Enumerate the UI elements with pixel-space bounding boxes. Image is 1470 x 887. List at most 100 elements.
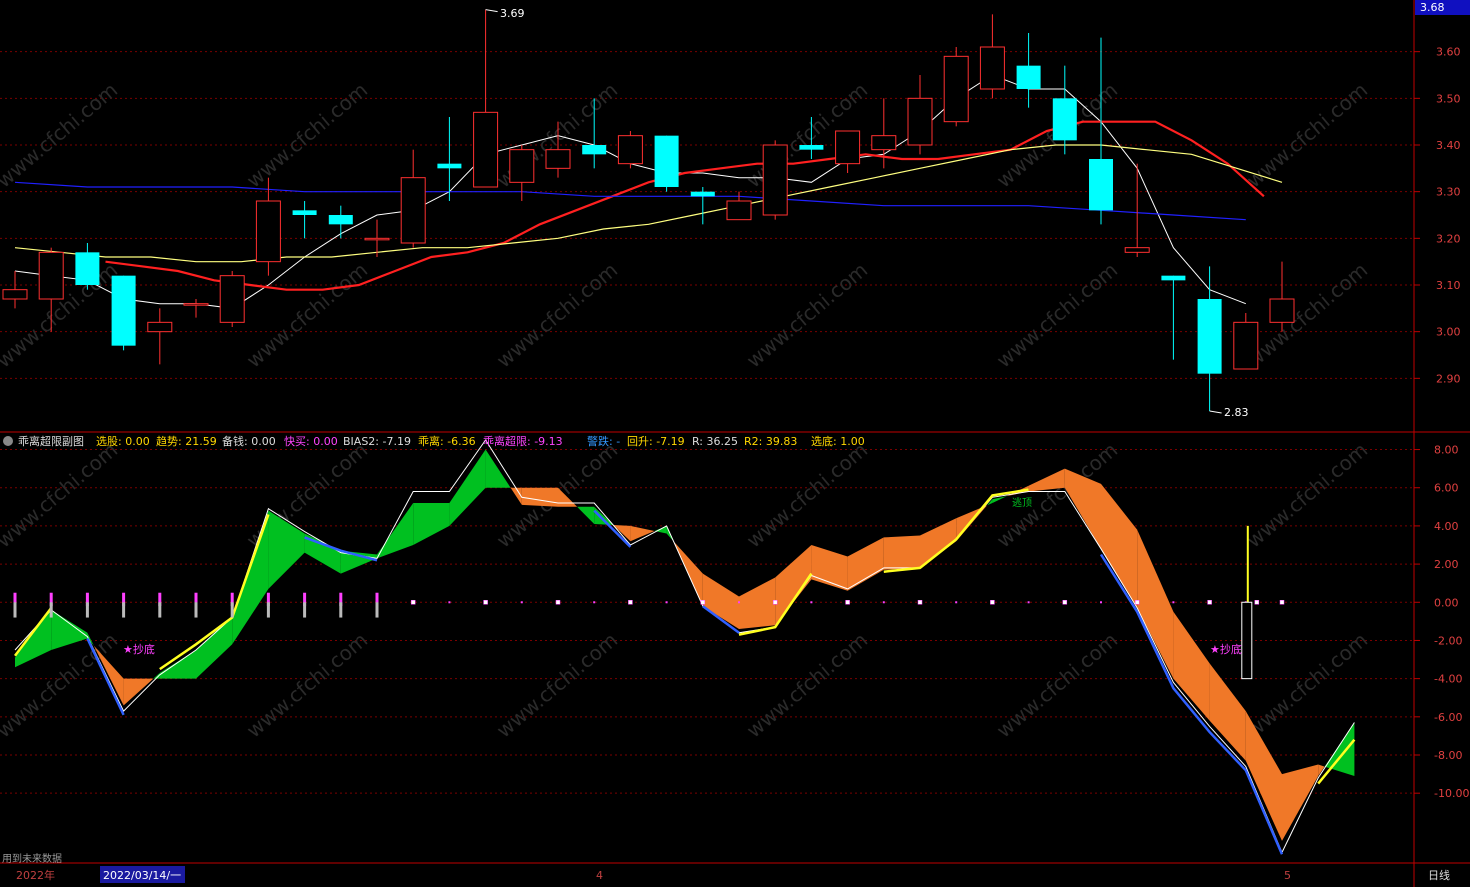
signal-dot-small xyxy=(955,601,958,604)
high-leader xyxy=(485,9,498,13)
candle-body xyxy=(147,321,173,333)
candle xyxy=(1089,37,1113,225)
signal-dot-small xyxy=(1027,601,1030,604)
indicator-item-label: 选股: xyxy=(96,435,125,448)
candle-body xyxy=(1016,65,1041,89)
indicator-item-value: -7.19 xyxy=(656,435,684,448)
candle-body xyxy=(762,144,788,216)
watermark-text: www.cfchi.com xyxy=(242,628,372,743)
signal-dot xyxy=(990,600,995,605)
signal-dot xyxy=(410,600,416,605)
candle xyxy=(617,131,643,169)
indicator-item-label: 备钱: xyxy=(222,434,251,448)
candle-body xyxy=(219,275,245,323)
indicator-item-label: 乖离超限: xyxy=(483,434,534,448)
signal-dot xyxy=(1207,600,1212,605)
indicator-item-label: 选底: xyxy=(811,434,840,448)
indicator-item: 选底: 1.00 xyxy=(811,434,865,448)
candle-body xyxy=(943,55,969,123)
indicator-item-label: 乖离: xyxy=(418,434,447,448)
indicator-item-label: BIAS2: xyxy=(343,435,383,448)
indicator-item: 警跌: - xyxy=(587,434,620,448)
candle xyxy=(328,205,353,239)
indicator-item-value: 39.83 xyxy=(766,435,798,448)
watermark-text: www.cfchi.com xyxy=(1242,78,1372,193)
candle xyxy=(943,47,969,127)
indicator-item-label: 快买: xyxy=(284,435,313,448)
candle xyxy=(654,135,679,192)
indicator-header: 乖离超限副图 选股: 0.00 趋势: 21.59 备钱: 0.00 快买: 0.00 B… xyxy=(3,434,865,448)
candle xyxy=(1233,313,1259,370)
ribbon-segment xyxy=(1028,468,1065,492)
ribbon-segment xyxy=(510,487,522,505)
top-tick-label: 2.90 xyxy=(1436,372,1461,385)
signal-dot-small xyxy=(882,601,885,604)
watermark-text: www.cfchi.com xyxy=(742,258,872,373)
indicator-item-value: -9.13 xyxy=(534,435,562,448)
watermark-text: www.cfchi.com xyxy=(1242,258,1372,373)
bottom-tick-label: 8.00 xyxy=(1434,444,1459,457)
watermark-text: www.cfchi.com xyxy=(242,258,372,373)
indicator-item: R: 36.25 xyxy=(692,435,738,448)
collapse-icon[interactable] xyxy=(3,436,13,446)
bottom-tick-label: -6.00 xyxy=(1434,711,1462,724)
watermark-text: www.cfchi.com xyxy=(0,78,122,193)
signal-dot-small xyxy=(665,601,668,604)
indicator-item-value: 0.00 xyxy=(251,435,276,448)
ribbon-segment xyxy=(1137,529,1174,679)
candle xyxy=(219,271,245,327)
candle xyxy=(473,9,499,188)
bottom-tick-label: 2.00 xyxy=(1434,558,1459,571)
indicator-item-label: R: xyxy=(692,435,707,448)
ribbon-segment xyxy=(883,535,920,570)
watermark-text: www.cfchi.com xyxy=(992,258,1122,373)
watermark-text: www.cfchi.com xyxy=(492,258,622,373)
indicator-item-value: -7.19 xyxy=(383,435,411,448)
candle xyxy=(1161,275,1186,360)
signal-dot-small xyxy=(448,601,451,604)
candle-body xyxy=(1124,247,1150,253)
candle xyxy=(255,177,281,276)
candle-body xyxy=(1052,98,1077,141)
bottom-axis-ticks: 8.00 6.00 4.00 2.00 0.00 -2.00 -4.00 -6.00 -8.00… xyxy=(1414,444,1469,800)
candle xyxy=(111,275,136,351)
top-tick-label: 3.60 xyxy=(1436,46,1461,59)
ribbon-segment xyxy=(377,503,414,559)
candle-body xyxy=(1161,275,1186,281)
candle xyxy=(762,140,788,220)
candle xyxy=(1016,33,1041,108)
candle-body xyxy=(292,210,317,215)
signal-dot-small xyxy=(810,601,813,604)
signal-dot xyxy=(1279,600,1285,605)
candle-body xyxy=(1233,321,1259,370)
indicator-item-value: 0.00 xyxy=(313,435,338,448)
candle-body xyxy=(2,289,28,300)
candle-body xyxy=(907,97,933,146)
signal-dot xyxy=(1062,600,1068,605)
ribbon-segment xyxy=(1282,764,1319,841)
candle xyxy=(690,187,715,225)
watermark-text: www.cfchi.com xyxy=(0,438,122,553)
candle xyxy=(437,117,462,201)
indicator-item-value: 0.00 xyxy=(125,435,150,448)
indicator-item-value: - xyxy=(616,435,620,448)
buy-signal-label-2: ★抄底 xyxy=(1210,642,1242,656)
ribbon-segment xyxy=(811,545,848,591)
stock-chart: 3.68 2022/03/14/一 2022年 4 5 日线 用到未来数据 3.… xyxy=(0,0,1470,887)
period-label[interactable]: 日线 xyxy=(1428,868,1450,882)
top-tick-label: 3.30 xyxy=(1436,186,1461,199)
indicator-item-label: 警跌: xyxy=(587,434,616,448)
candle xyxy=(1197,266,1222,411)
ribbon-segment xyxy=(449,449,486,526)
indicator-item-value: -6.36 xyxy=(447,435,475,448)
ribbon-segment xyxy=(1101,483,1138,608)
candle-body xyxy=(364,237,390,241)
watermark-text: www.cfchi.com xyxy=(492,628,622,743)
signal-dot xyxy=(772,600,778,605)
indicator-item-value: 21.59 xyxy=(185,435,217,448)
watermark-text: www.cfchi.com xyxy=(1242,438,1372,553)
indicator-item-value: 36.25 xyxy=(707,435,739,448)
bottom-tick-label: 6.00 xyxy=(1434,482,1459,495)
buy-signal-label-1: ★抄底 xyxy=(123,642,155,656)
top-tick-label: 3.20 xyxy=(1436,232,1461,245)
